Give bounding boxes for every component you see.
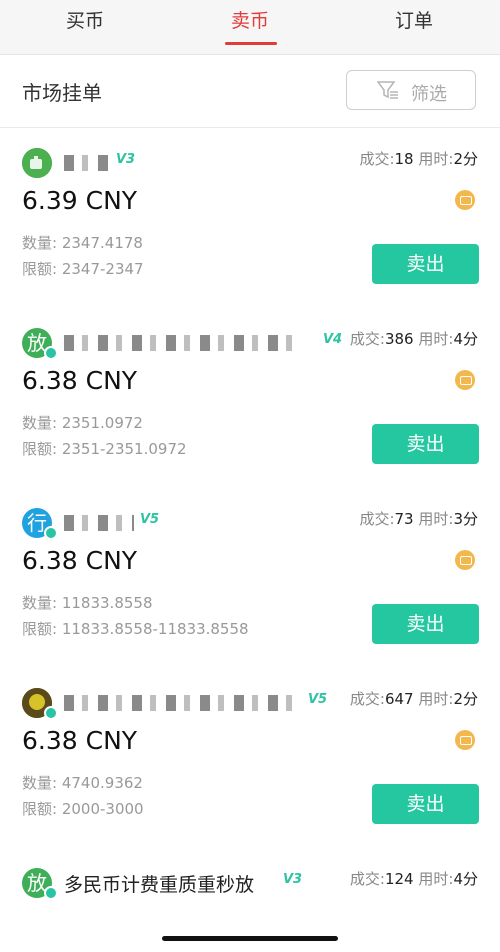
masked-username <box>64 515 134 531</box>
limit: 限额: 11833.8558-11833.8558 <box>22 620 249 638</box>
quantity: 数量: 2351.0972 <box>22 414 143 432</box>
price: 6.38 CNY <box>22 546 138 575</box>
listing-card: V5 成交:647 用时:2分 6.38 CNY 数量: 4740.9362 限… <box>0 668 500 849</box>
payment-card-icon <box>455 550 475 570</box>
sell-button[interactable]: 卖出 <box>372 604 479 644</box>
payment-card-icon <box>455 730 475 750</box>
online-indicator <box>44 886 58 900</box>
avatar[interactable] <box>22 688 58 720</box>
filter-button[interactable]: 筛选 <box>346 70 476 110</box>
avatar[interactable] <box>22 148 52 178</box>
avatar[interactable]: 行 <box>22 508 58 540</box>
trade-stats: 成交:647 用时:2分 <box>349 690 478 708</box>
limit: 限额: 2347-2347 <box>22 260 144 278</box>
listing-card: 放 V4 成交:386 用时:4分 6.38 CNY 数量: 2351.0972… <box>0 308 500 489</box>
filter-label: 筛选 <box>411 84 447 105</box>
top-tabs: 买币 卖币 订单 <box>0 0 500 55</box>
filter-icon <box>376 80 399 105</box>
limit: 限额: 2000-3000 <box>22 800 144 818</box>
sell-button[interactable]: 卖出 <box>372 244 479 284</box>
market-header: 市场挂单 筛选 <box>0 55 500 128</box>
level-badge: V3 <box>116 152 136 167</box>
trade-stats: 成交:124 用时:4分 <box>349 870 478 888</box>
trade-stats: 成交:386 用时:4分 <box>349 330 478 348</box>
quantity: 数量: 4740.9362 <box>22 774 143 792</box>
tab-sell[interactable]: 卖币 <box>190 0 310 54</box>
level-badge: V5 <box>140 512 160 527</box>
sell-button[interactable]: 卖出 <box>372 424 479 464</box>
trade-stats: 成交:73 用时:3分 <box>359 510 478 528</box>
limit: 限额: 2351-2351.0972 <box>22 440 187 458</box>
online-indicator <box>44 346 58 360</box>
sell-button[interactable]: 卖出 <box>372 784 479 824</box>
listing-card: 行 V5 成交:73 用时:3分 6.38 CNY 数量: 11833.8558… <box>0 488 500 669</box>
quantity: 数量: 11833.8558 <box>22 594 153 612</box>
masked-username <box>64 335 294 351</box>
level-badge: V5 <box>308 692 328 707</box>
tab-orders[interactable]: 订单 <box>354 0 474 54</box>
avatar[interactable]: 放 <box>22 868 58 900</box>
tab-buy[interactable]: 买币 <box>25 0 145 54</box>
payment-card-icon <box>455 190 475 210</box>
android-avatar-icon <box>22 148 52 178</box>
username: 多民币计费重质重秒放 <box>64 874 255 896</box>
trade-stats: 成交:18 用时:2分 <box>359 150 478 168</box>
price: 6.38 CNY <box>22 366 138 395</box>
masked-username <box>64 155 114 171</box>
price: 6.39 CNY <box>22 186 138 215</box>
active-tab-indicator <box>225 42 277 45</box>
level-badge: V4 <box>323 332 343 347</box>
price: 6.38 CNY <box>22 726 138 755</box>
online-indicator <box>44 526 58 540</box>
listing-card: V3 成交:18 用时:2分 6.39 CNY 数量: 2347.4178 限额… <box>0 128 500 309</box>
online-indicator <box>44 706 58 720</box>
home-indicator <box>162 936 338 941</box>
page-title: 市场挂单 <box>22 81 102 105</box>
avatar[interactable]: 放 <box>22 328 58 360</box>
quantity: 数量: 2347.4178 <box>22 234 143 252</box>
masked-username <box>64 695 294 711</box>
level-badge: V3 <box>283 872 303 887</box>
payment-card-icon <box>455 370 475 390</box>
